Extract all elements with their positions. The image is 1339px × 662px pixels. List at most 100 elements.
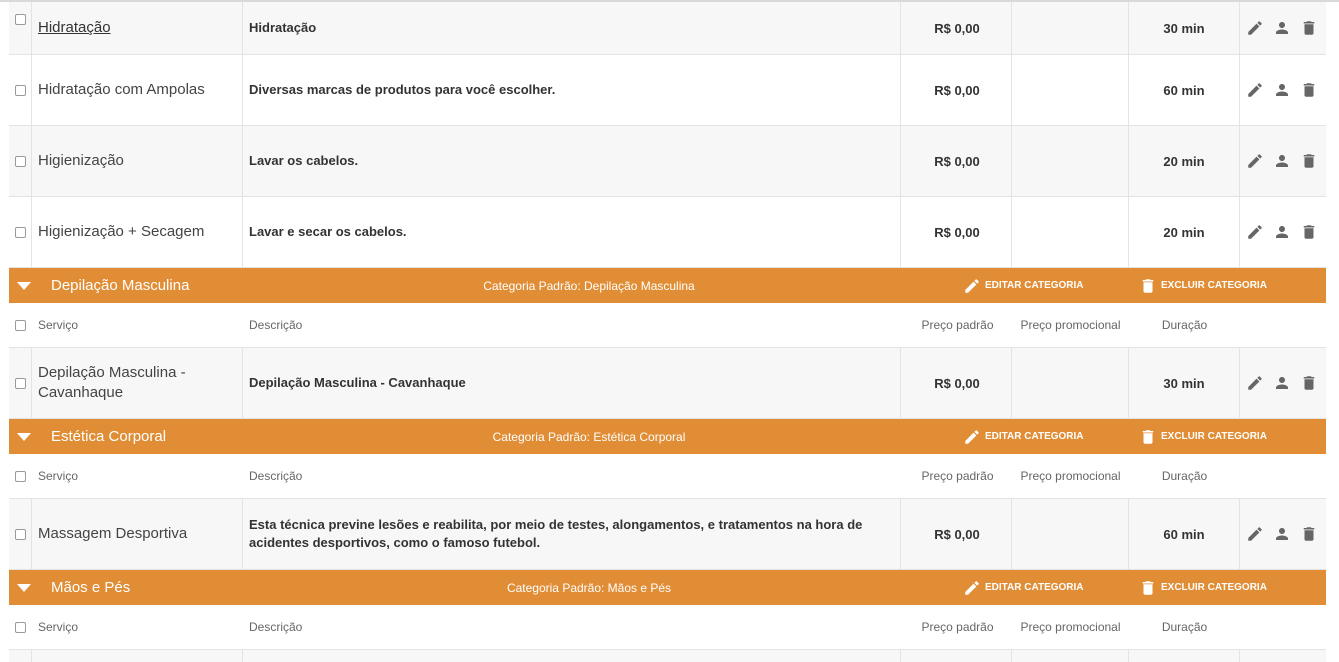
service-row: Higienização + Secagem Lavar e secar os … <box>9 197 1326 268</box>
category-name: Depilação Masculina <box>51 277 190 294</box>
service-name: Higienização <box>32 126 243 196</box>
trash-icon <box>1139 579 1157 597</box>
edit-service-pencil-icon[interactable] <box>1246 81 1264 99</box>
delete-service-trash-icon[interactable] <box>1300 374 1318 392</box>
category-default-label: Categoria Padrão: Depilação Masculina <box>483 278 695 293</box>
category-bar: Mãos e Pés Categoria Padrão: Mãos e Pés … <box>9 570 1326 605</box>
professionals-user-icon[interactable] <box>1273 223 1291 241</box>
delete-category-label: EXCLUIR CATEGORIA <box>1161 582 1267 593</box>
service-promo-price <box>1012 197 1129 267</box>
service-description: Esta técnica previne lesões e reabilita,… <box>243 499 901 569</box>
column-header-service[interactable]: Serviço <box>32 303 243 347</box>
professionals-user-icon[interactable] <box>1273 525 1291 543</box>
delete-category-button[interactable]: EXCLUIR CATEGORIA <box>1139 428 1267 446</box>
professionals-user-icon[interactable] <box>1273 19 1291 37</box>
column-header-promo[interactable]: Preço promocional <box>1012 454 1129 498</box>
row-checkbox[interactable] <box>14 155 26 167</box>
category-name: Mãos e Pés <box>51 579 131 596</box>
professionals-user-icon[interactable] <box>1273 81 1291 99</box>
edit-category-label: EDITAR CATEGORIA <box>985 582 1084 593</box>
row-checkbox[interactable] <box>14 84 26 96</box>
delete-category-label: EXCLUIR CATEGORIA <box>1161 431 1267 442</box>
service-price: R$ 0,00 <box>901 499 1012 569</box>
service-promo-price <box>1012 2 1129 54</box>
edit-category-label: EDITAR CATEGORIA <box>985 431 1084 442</box>
select-all-checkbox[interactable] <box>15 621 26 633</box>
column-header-price[interactable]: Preço padrão <box>901 303 1012 347</box>
edit-service-pencil-icon[interactable] <box>1246 19 1264 37</box>
service-promo-price <box>1012 348 1129 418</box>
edit-category-button[interactable]: EDITAR CATEGORIA <box>963 428 1084 446</box>
service-row-partial <box>9 650 1326 662</box>
service-promo-price <box>1012 55 1129 125</box>
edit-category-button[interactable]: EDITAR CATEGORIA <box>963 579 1084 597</box>
delete-category-label: EXCLUIR CATEGORIA <box>1161 280 1267 291</box>
service-price: R$ 0,00 <box>901 126 1012 196</box>
service-description: Lavar os cabelos. <box>243 126 901 196</box>
service-row: Hidratação com Ampolas Diversas marcas d… <box>9 55 1326 126</box>
service-description: Depilação Masculina - Cavanhaque <box>243 348 901 418</box>
delete-service-trash-icon[interactable] <box>1300 525 1318 543</box>
select-all-checkbox[interactable] <box>15 470 26 482</box>
delete-service-trash-icon[interactable] <box>1300 152 1318 170</box>
service-description: Hidratação <box>243 2 901 54</box>
column-header-price[interactable]: Preço padrão <box>901 454 1012 498</box>
delete-category-button[interactable]: EXCLUIR CATEGORIA <box>1139 579 1267 597</box>
professionals-user-icon[interactable] <box>1273 374 1291 392</box>
pencil-icon <box>963 428 981 446</box>
row-checkbox[interactable] <box>14 226 26 238</box>
service-price: R$ 0,00 <box>901 55 1012 125</box>
service-name-link[interactable]: Hidratação <box>38 18 111 38</box>
service-duration: 30 min <box>1129 348 1240 418</box>
row-checkbox[interactable] <box>14 13 26 25</box>
caret-down-icon[interactable] <box>17 583 31 592</box>
column-header-duration[interactable]: Duração <box>1129 605 1240 649</box>
column-header-row: Serviço Descrição Preço padrão Preço pro… <box>9 454 1326 499</box>
column-header-price[interactable]: Preço padrão <box>901 605 1012 649</box>
caret-down-icon[interactable] <box>17 432 31 441</box>
edit-service-pencil-icon[interactable] <box>1246 525 1264 543</box>
delete-category-button[interactable]: EXCLUIR CATEGORIA <box>1139 277 1267 295</box>
edit-service-pencil-icon[interactable] <box>1246 152 1264 170</box>
edit-category-label: EDITAR CATEGORIA <box>985 280 1084 291</box>
edit-service-pencil-icon[interactable] <box>1246 223 1264 241</box>
caret-down-icon[interactable] <box>17 281 31 290</box>
category-bar: Estética Corporal Categoria Padrão: Esté… <box>9 419 1326 454</box>
pencil-icon <box>963 277 981 295</box>
column-header-service[interactable]: Serviço <box>32 605 243 649</box>
trash-icon <box>1139 277 1157 295</box>
column-header-duration[interactable]: Duração <box>1129 454 1240 498</box>
service-duration: 20 min <box>1129 126 1240 196</box>
column-header-promo[interactable]: Preço promocional <box>1012 605 1129 649</box>
service-duration: 20 min <box>1129 197 1240 267</box>
service-name: Massagem Desportiva <box>32 499 243 569</box>
trash-icon <box>1139 428 1157 446</box>
edit-service-pencil-icon[interactable] <box>1246 374 1264 392</box>
professionals-user-icon[interactable] <box>1273 152 1291 170</box>
row-checkbox[interactable] <box>14 377 26 389</box>
column-header-service[interactable]: Serviço <box>32 454 243 498</box>
row-checkbox[interactable] <box>14 528 26 540</box>
service-price: R$ 0,00 <box>901 2 1012 54</box>
service-row: Higienização Lavar os cabelos. R$ 0,00 2… <box>9 126 1326 197</box>
category-name: Estética Corporal <box>51 428 167 445</box>
service-price: R$ 0,00 <box>901 348 1012 418</box>
service-promo-price <box>1012 499 1129 569</box>
column-header-promo[interactable]: Preço promocional <box>1012 303 1129 347</box>
column-header-description[interactable]: Descrição <box>243 605 901 649</box>
service-row: Massagem Desportiva Esta técnica previne… <box>9 499 1326 570</box>
service-row: Hidratação Hidratação R$ 0,00 30 min <box>9 2 1326 55</box>
delete-service-trash-icon[interactable] <box>1300 19 1318 37</box>
delete-service-trash-icon[interactable] <box>1300 223 1318 241</box>
edit-category-button[interactable]: EDITAR CATEGORIA <box>963 277 1084 295</box>
service-duration: 60 min <box>1129 499 1240 569</box>
column-header-description[interactable]: Descrição <box>243 303 901 347</box>
column-header-description[interactable]: Descrição <box>243 454 901 498</box>
service-name: Hidratação com Ampolas <box>32 55 243 125</box>
service-row: Depilação Masculina - Cavanhaque Depilaç… <box>9 348 1326 419</box>
category-default-label: Categoria Padrão: Estética Corporal <box>492 429 686 444</box>
service-name: Higienização + Secagem <box>32 197 243 267</box>
column-header-duration[interactable]: Duração <box>1129 303 1240 347</box>
select-all-checkbox[interactable] <box>15 319 26 331</box>
delete-service-trash-icon[interactable] <box>1300 81 1318 99</box>
